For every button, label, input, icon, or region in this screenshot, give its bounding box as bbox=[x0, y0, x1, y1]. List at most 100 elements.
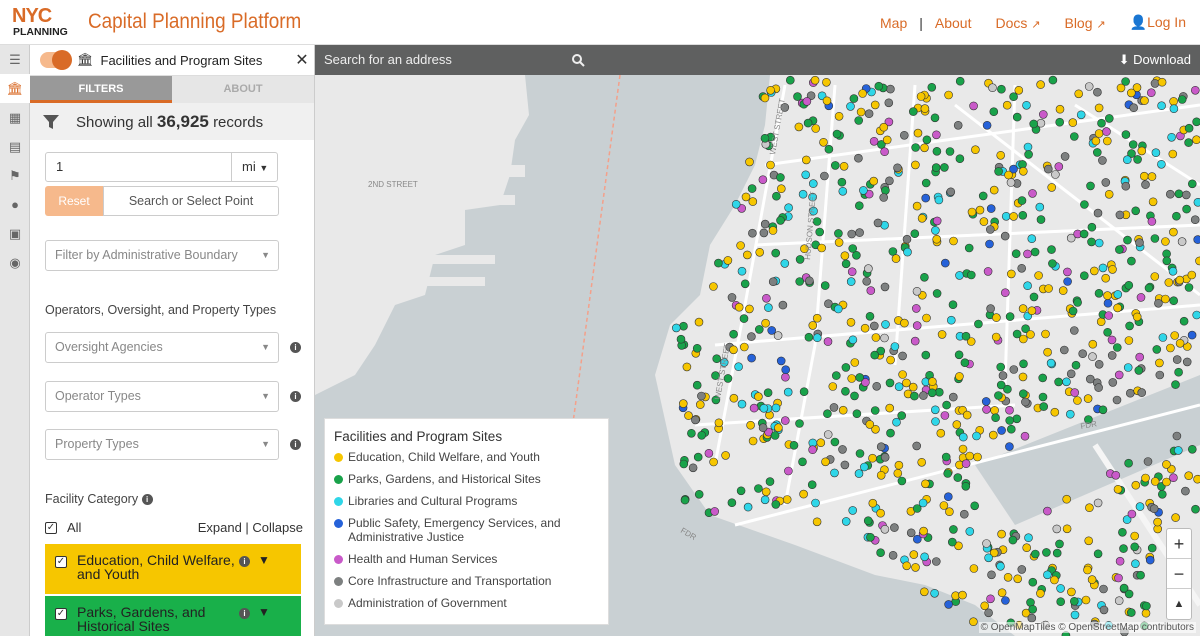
facility-point[interactable] bbox=[947, 537, 957, 547]
facility-point[interactable] bbox=[840, 251, 850, 260]
facility-point[interactable] bbox=[692, 380, 702, 390]
distance-unit-select[interactable]: mi ▼ bbox=[231, 153, 277, 181]
facility-point[interactable] bbox=[1054, 162, 1064, 171]
facility-point[interactable] bbox=[1098, 405, 1108, 415]
facility-point[interactable] bbox=[948, 392, 958, 402]
facility-point[interactable] bbox=[1150, 79, 1160, 88]
facility-point[interactable] bbox=[748, 228, 757, 238]
facility-point[interactable] bbox=[776, 173, 785, 182]
facility-point[interactable] bbox=[761, 487, 771, 497]
facility-point[interactable] bbox=[1093, 498, 1103, 508]
facility-point[interactable] bbox=[758, 175, 768, 184]
facility-point[interactable] bbox=[952, 420, 962, 429]
facility-point[interactable] bbox=[805, 276, 814, 286]
facility-point[interactable] bbox=[1038, 110, 1048, 119]
facility-point[interactable] bbox=[801, 155, 811, 165]
facility-point[interactable] bbox=[1018, 211, 1028, 220]
facility-point[interactable] bbox=[892, 417, 901, 427]
facility-point[interactable] bbox=[1131, 480, 1141, 490]
facility-point[interactable] bbox=[1168, 267, 1178, 276]
facility-point[interactable] bbox=[1144, 283, 1154, 293]
facility-point[interactable] bbox=[975, 205, 985, 215]
expand-collapse-link[interactable]: Expand | Collapse bbox=[198, 520, 303, 535]
address-search-input[interactable]: Search for an address bbox=[324, 52, 452, 67]
facility-point[interactable] bbox=[1107, 351, 1117, 360]
facility-point[interactable] bbox=[908, 382, 918, 392]
facility-point[interactable] bbox=[1099, 584, 1108, 594]
facility-point[interactable] bbox=[1051, 170, 1060, 179]
facility-point[interactable] bbox=[846, 277, 856, 286]
facility-point[interactable] bbox=[812, 517, 822, 527]
facility-point[interactable] bbox=[1147, 217, 1157, 226]
facility-point[interactable] bbox=[1128, 140, 1138, 149]
facility-point[interactable] bbox=[974, 319, 983, 329]
facility-point[interactable] bbox=[959, 509, 969, 519]
facility-point[interactable] bbox=[736, 241, 745, 250]
facility-point[interactable] bbox=[920, 104, 930, 113]
facility-point[interactable] bbox=[1134, 366, 1144, 375]
facility-point[interactable] bbox=[1115, 210, 1125, 220]
facility-point[interactable] bbox=[1083, 565, 1092, 575]
facility-point[interactable] bbox=[996, 380, 1006, 390]
facility-point[interactable] bbox=[865, 420, 875, 429]
facility-point[interactable] bbox=[870, 406, 880, 415]
facility-point[interactable] bbox=[1006, 424, 1016, 434]
facility-point[interactable] bbox=[1060, 152, 1070, 161]
facility-point[interactable] bbox=[832, 129, 842, 139]
facility-point[interactable] bbox=[1124, 336, 1134, 345]
facility-point[interactable] bbox=[973, 452, 982, 462]
facility-point[interactable] bbox=[1098, 156, 1107, 165]
facility-point[interactable] bbox=[942, 400, 951, 410]
facility-point[interactable] bbox=[830, 437, 840, 447]
facility-point[interactable] bbox=[704, 448, 714, 458]
facility-point[interactable] bbox=[1073, 396, 1082, 405]
facility-point[interactable] bbox=[1130, 542, 1140, 552]
facility-point[interactable] bbox=[684, 411, 693, 420]
facility-point[interactable] bbox=[1036, 80, 1045, 89]
facility-point[interactable] bbox=[1017, 264, 1027, 273]
facility-point[interactable] bbox=[1020, 431, 1030, 441]
facility-point[interactable] bbox=[1187, 330, 1197, 340]
facility-point[interactable] bbox=[988, 430, 998, 440]
facility-point[interactable] bbox=[784, 203, 793, 212]
facility-point[interactable] bbox=[798, 457, 807, 467]
facility-point[interactable] bbox=[1169, 227, 1178, 237]
facility-point[interactable] bbox=[1172, 431, 1182, 441]
facility-point[interactable] bbox=[837, 177, 847, 187]
facility-point[interactable] bbox=[1141, 608, 1151, 618]
facility-point[interactable] bbox=[1184, 138, 1193, 147]
facility-point[interactable] bbox=[801, 170, 811, 180]
facility-point[interactable] bbox=[1161, 237, 1170, 246]
facility-point[interactable] bbox=[1000, 288, 1010, 297]
facility-point[interactable] bbox=[931, 557, 941, 566]
facility-point[interactable] bbox=[1055, 117, 1065, 127]
facility-point[interactable] bbox=[982, 121, 992, 130]
download-button[interactable]: ⬇ Download bbox=[1119, 52, 1191, 68]
facility-point[interactable] bbox=[859, 186, 868, 195]
facility-point[interactable] bbox=[1042, 548, 1051, 557]
facility-point[interactable] bbox=[898, 370, 907, 379]
facility-point[interactable] bbox=[847, 229, 857, 239]
facility-point[interactable] bbox=[1161, 294, 1170, 304]
facility-point[interactable] bbox=[945, 147, 955, 156]
facility-point[interactable] bbox=[1108, 378, 1118, 387]
facility-point[interactable] bbox=[906, 528, 916, 538]
facility-point[interactable] bbox=[1162, 477, 1171, 487]
facility-point[interactable] bbox=[1093, 549, 1103, 559]
facility-point[interactable] bbox=[822, 96, 832, 106]
facility-point[interactable] bbox=[1018, 389, 1028, 399]
facility-point[interactable] bbox=[771, 403, 781, 413]
admin-boundary-select[interactable]: Filter by Administrative Boundary ▼ bbox=[45, 240, 279, 271]
facility-point[interactable] bbox=[714, 418, 724, 428]
facility-point[interactable] bbox=[910, 229, 920, 238]
facility-point[interactable] bbox=[1174, 189, 1184, 199]
facility-point[interactable] bbox=[1050, 407, 1060, 417]
facility-point[interactable] bbox=[1005, 312, 1015, 321]
facility-point[interactable] bbox=[1169, 97, 1178, 106]
facility-point[interactable] bbox=[1139, 171, 1149, 181]
facility-point[interactable] bbox=[1152, 345, 1162, 354]
facility-point[interactable] bbox=[834, 229, 843, 238]
facility-point[interactable] bbox=[930, 405, 940, 415]
facility-point[interactable] bbox=[890, 342, 900, 351]
facility-point[interactable] bbox=[794, 122, 804, 132]
